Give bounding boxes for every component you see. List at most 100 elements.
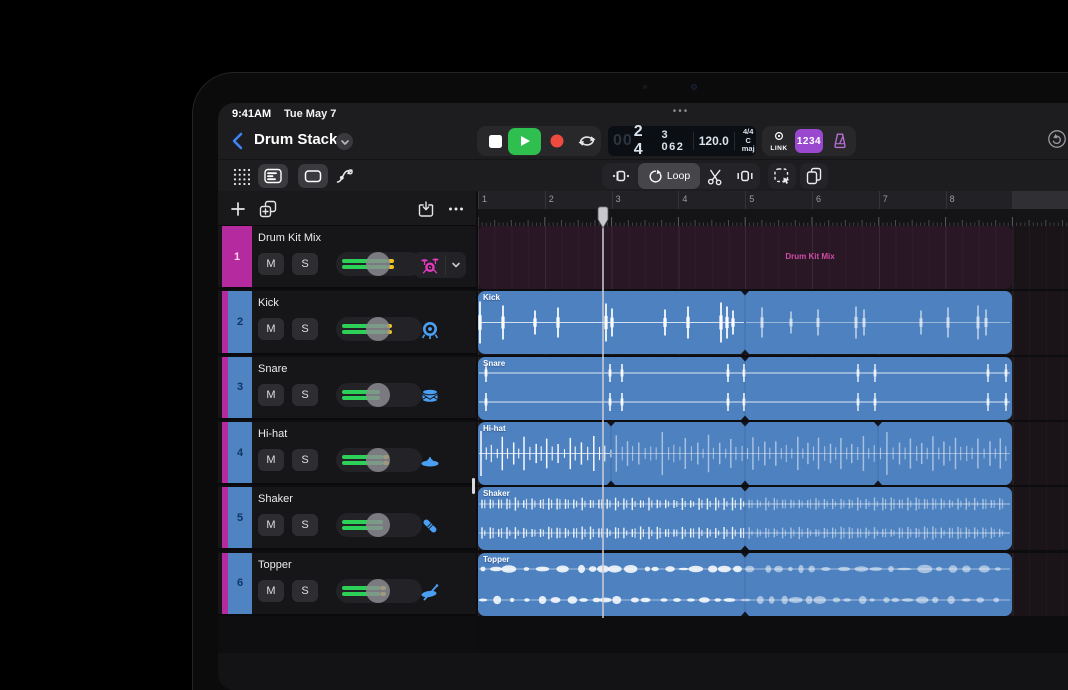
volume-slider[interactable] — [336, 252, 422, 276]
volume-knob[interactable] — [365, 252, 390, 276]
shaker-icon — [423, 519, 437, 533]
add-track-button[interactable] — [226, 197, 250, 221]
instrument-icon-button[interactable] — [417, 317, 443, 343]
track-lane: Kick — [478, 291, 1068, 355]
instrument-icon-button[interactable] — [417, 448, 443, 474]
volume-slider[interactable] — [336, 447, 422, 472]
lcd-display[interactable]: 00 2 4 3 062 120.0 4/4 C maj — [608, 123, 756, 158]
track-row: 2 Kick M S — [218, 291, 476, 355]
hi-hat-icon — [421, 456, 439, 467]
audio-region[interactable]: Topper — [478, 552, 1012, 616]
track-number-badge[interactable]: 6 — [228, 552, 252, 614]
solo-button[interactable]: S — [292, 448, 318, 471]
instrument-button-group — [414, 252, 466, 278]
mute-button[interactable]: M — [258, 383, 284, 406]
record-button[interactable] — [543, 126, 571, 156]
import-button[interactable] — [414, 197, 438, 221]
metronome-icon[interactable] — [827, 129, 853, 153]
volume-knob[interactable] — [365, 317, 390, 342]
duplicate-track-button[interactable] — [256, 197, 280, 221]
track-name[interactable]: Topper — [258, 559, 292, 571]
track-number-badge[interactable]: 2 — [228, 291, 252, 353]
instrument-icon-button[interactable] — [417, 579, 443, 605]
track-name[interactable]: Drum Kit Mix — [258, 232, 321, 244]
arrange-area: 1 Drum Kit Mix M S 2 Kick M S 3 Snare M S 4 Hi-hat M S 5… — [218, 191, 1068, 690]
volume-slider[interactable] — [336, 382, 422, 407]
title-chevron-down-icon[interactable] — [336, 133, 353, 150]
track-name[interactable]: Shaker — [258, 493, 293, 505]
scrollbar-indicator[interactable] — [472, 478, 475, 494]
region-tool-button[interactable] — [298, 164, 328, 188]
track-lane: Hi-hat — [478, 421, 1068, 486]
audio-region[interactable]: Snare — [478, 356, 1012, 420]
mute-button[interactable]: M — [258, 448, 284, 471]
trim-end-button[interactable] — [730, 163, 760, 189]
solo-button[interactable]: S — [292, 383, 318, 406]
track-header-panel: 1 Drum Kit Mix M S 2 Kick M S 3 Snare M S 4 Hi-hat M S 5… — [218, 191, 476, 690]
playhead-handle[interactable] — [597, 206, 609, 234]
volume-knob[interactable] — [365, 382, 390, 407]
stop-button[interactable] — [481, 126, 509, 156]
project-title[interactable]: Drum Stack — [254, 131, 337, 148]
track-number-badge[interactable]: 5 — [228, 487, 252, 549]
cycle-repeat-icon[interactable] — [573, 126, 601, 156]
instrument-icon-button[interactable] — [417, 383, 443, 409]
automation-button[interactable] — [330, 164, 360, 188]
audio-region[interactable]: Kick — [478, 291, 1012, 355]
ellipsis-icon — [449, 207, 463, 211]
audio-region[interactable]: Hi-hat — [478, 421, 1012, 485]
ruler-bar-line — [678, 191, 680, 209]
ableton-link-button[interactable]: LINK — [765, 128, 793, 154]
instrument-icon-button[interactable] — [414, 255, 446, 275]
ruler-bar-line — [745, 191, 747, 209]
play-button[interactable] — [508, 127, 541, 155]
stack-disclosure-button[interactable] — [446, 259, 466, 271]
instrument-icon-button[interactable] — [417, 513, 443, 539]
volume-slider[interactable] — [336, 578, 422, 603]
trim-start-button[interactable] — [604, 163, 638, 189]
count-in-button[interactable]: 1234 — [795, 129, 823, 153]
summary-region[interactable]: Drum Kit Mix — [478, 226, 1012, 289]
paste-button[interactable] — [800, 163, 828, 189]
solo-button[interactable]: S — [292, 579, 318, 602]
track-number-badge[interactable]: 1 — [222, 226, 252, 288]
more-options-button[interactable] — [444, 197, 468, 221]
view-edit-toolbar: Loop — [218, 159, 1068, 191]
back-chevron-icon[interactable] — [228, 129, 250, 153]
status-bar: 9:41AM Tue May 7 ••• — [218, 103, 1068, 123]
track-number-badge[interactable]: 4 — [228, 421, 252, 484]
volume-knob[interactable] — [365, 513, 390, 538]
tracks-view-button[interactable] — [258, 164, 288, 188]
trim-end-icon — [737, 170, 753, 182]
solo-button[interactable]: S — [292, 318, 318, 341]
solo-button[interactable]: S — [292, 253, 318, 275]
volume-slider[interactable] — [336, 317, 422, 342]
multitasking-dots-icon[interactable]: ••• — [656, 106, 706, 117]
region-label: Snare — [483, 358, 506, 368]
volume-knob[interactable] — [365, 447, 390, 472]
track-lane: Snare — [478, 356, 1068, 420]
grid-view-button[interactable] — [226, 164, 256, 188]
track-name[interactable]: Snare — [258, 363, 287, 375]
volume-slider[interactable] — [336, 513, 422, 538]
mute-button[interactable]: M — [258, 579, 284, 602]
import-tray-icon — [418, 201, 434, 217]
loop-button[interactable]: Loop — [638, 163, 700, 189]
volume-knob[interactable] — [365, 578, 390, 603]
marquee-copy-button[interactable] — [768, 163, 796, 189]
track-name[interactable]: Kick — [258, 297, 279, 309]
front-camera-dot — [643, 85, 647, 89]
track-name[interactable]: Hi-hat — [258, 428, 287, 440]
snare-drum-icon — [422, 388, 438, 402]
mute-button[interactable]: M — [258, 514, 284, 537]
undo-icon[interactable] — [1047, 129, 1067, 149]
solo-button[interactable]: S — [292, 514, 318, 537]
timeline-ruler[interactable]: 123456789 — [478, 191, 1068, 209]
ruler-ticks[interactable] — [477, 209, 1068, 226]
mute-button[interactable]: M — [258, 253, 284, 275]
track-number-badge[interactable]: 3 — [228, 356, 252, 418]
mute-button[interactable]: M — [258, 318, 284, 341]
audio-region[interactable]: Shaker — [478, 487, 1012, 551]
split-scissors-button[interactable] — [700, 163, 730, 189]
lcd-signature-key: 4/4 C maj — [741, 128, 756, 154]
